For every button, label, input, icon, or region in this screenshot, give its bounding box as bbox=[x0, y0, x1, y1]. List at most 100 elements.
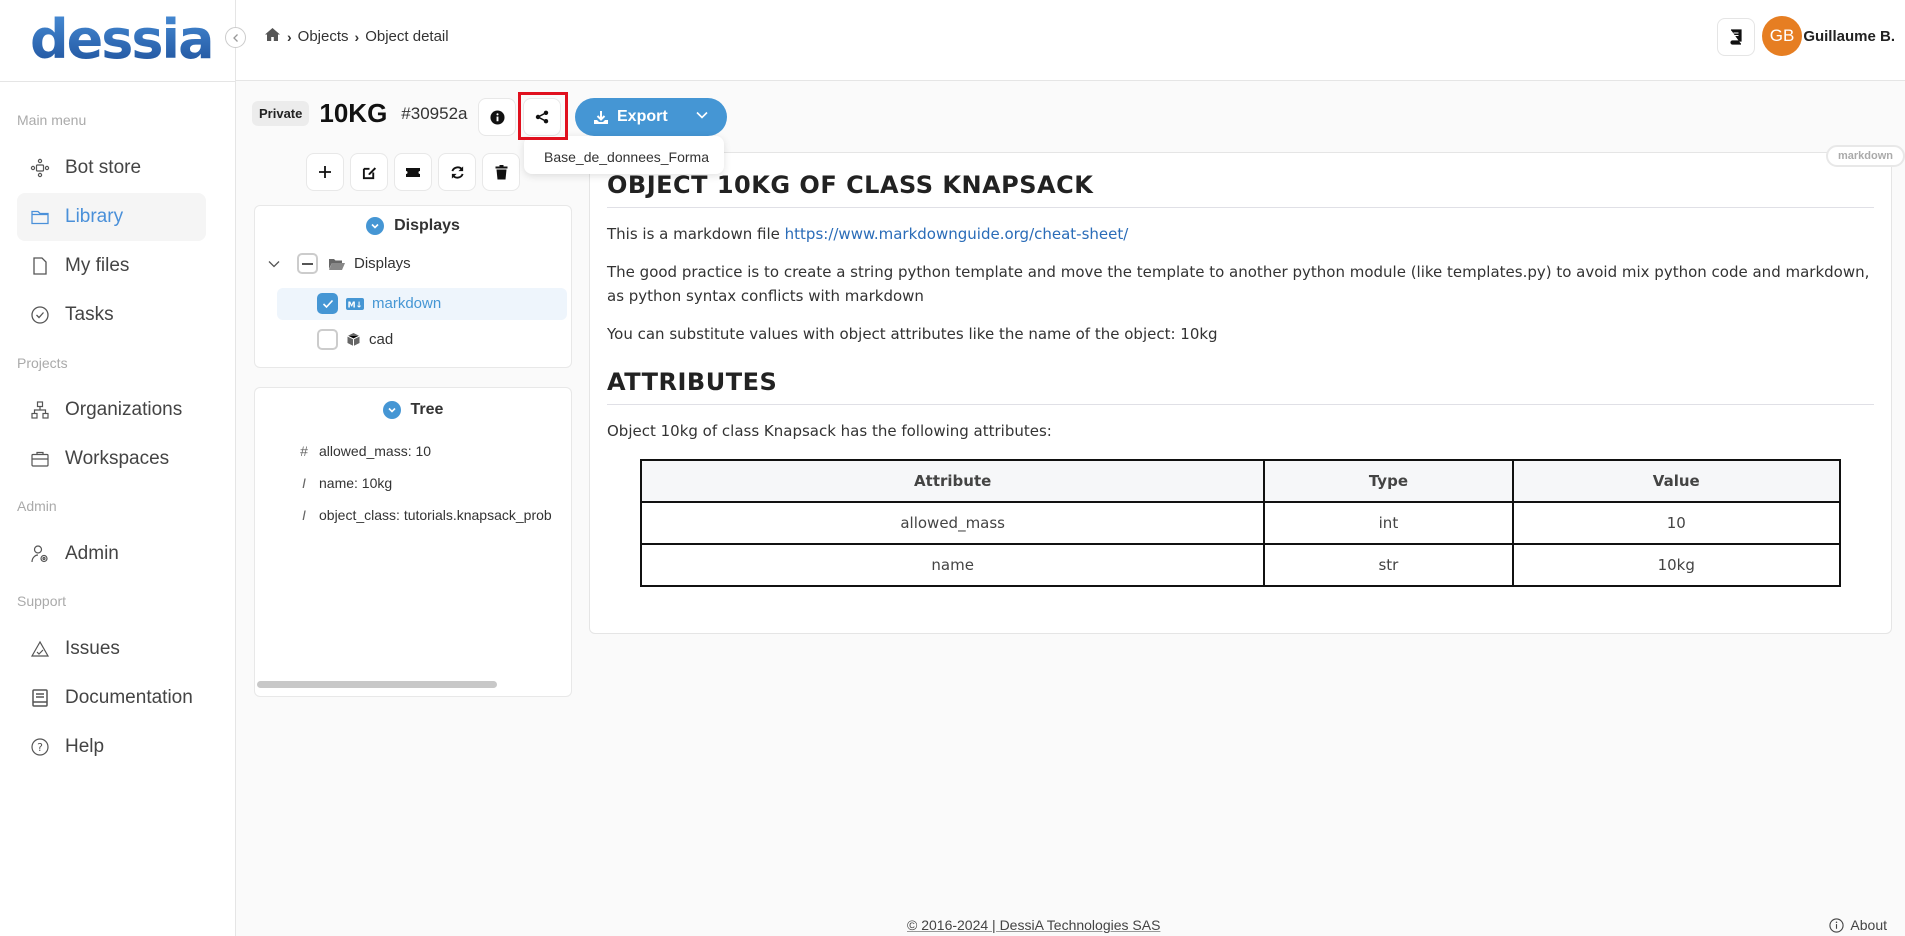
sidebar-item-label: Admin bbox=[65, 543, 119, 564]
divider bbox=[0, 81, 236, 82]
displays-panel: Displays Displays M↓ markdown cad bbox=[254, 205, 572, 368]
section-support: Support bbox=[17, 593, 67, 609]
table-cell: 10kg bbox=[1511, 543, 1841, 587]
tree-panel-header[interactable]: Tree bbox=[255, 390, 571, 430]
displays-folder-label: Displays bbox=[354, 255, 411, 272]
displays-panel-header[interactable]: Displays bbox=[255, 206, 571, 246]
chevron-right-icon: › bbox=[354, 28, 360, 45]
tree-item[interactable]: I object_class: tutorials.knapsack_prob bbox=[297, 507, 552, 523]
sidebar-item-help[interactable]: ? Help bbox=[17, 723, 206, 771]
collapse-circle-icon bbox=[366, 217, 385, 235]
displays-folder-row[interactable]: Displays bbox=[267, 253, 411, 274]
table-cell: str bbox=[1263, 543, 1514, 587]
breadcrumb-object-detail: Object detail bbox=[365, 28, 449, 45]
export-button[interactable]: Export bbox=[575, 98, 727, 136]
cad-checkbox[interactable] bbox=[317, 329, 338, 350]
edit-icon bbox=[362, 166, 376, 179]
folder-icon bbox=[29, 206, 51, 228]
warning-triangle-icon bbox=[29, 638, 51, 660]
info-button[interactable] bbox=[478, 98, 516, 136]
edit-button[interactable] bbox=[350, 153, 388, 191]
folder-open-icon bbox=[329, 258, 345, 270]
section-admin: Admin bbox=[17, 498, 57, 514]
display-item-cad[interactable]: cad bbox=[317, 329, 393, 350]
displays-folder-checkbox[interactable] bbox=[297, 253, 318, 274]
markdown-guide-link[interactable]: https://www.markdownguide.org/cheat-shee… bbox=[785, 225, 1129, 243]
markdown-heading-2: ATTRIBUTES bbox=[607, 368, 1874, 405]
visibility-badge: Private bbox=[252, 101, 310, 126]
attributes-table: Attribute Type Value allowed_mass int 10… bbox=[639, 459, 1841, 587]
svg-text:?: ? bbox=[37, 741, 43, 754]
markdown-paragraph: The good practice is to create a string … bbox=[607, 263, 1870, 305]
sidebar-item-my-files[interactable]: My files bbox=[17, 242, 206, 290]
string-type-icon: I bbox=[302, 507, 306, 523]
horizontal-scrollbar[interactable] bbox=[257, 681, 497, 688]
markdown-paragraph: This is a markdown file https://www.mark… bbox=[607, 222, 1874, 246]
briefcase-icon bbox=[29, 448, 51, 470]
user-avatar[interactable]: GB bbox=[1762, 16, 1802, 56]
sidebar-item-library[interactable]: Library bbox=[17, 193, 206, 241]
trash-icon bbox=[495, 164, 507, 179]
markdown-checkbox[interactable] bbox=[317, 293, 338, 314]
section-main-menu: Main menu bbox=[17, 112, 87, 128]
chevron-down-icon[interactable] bbox=[695, 108, 709, 122]
home-icon[interactable] bbox=[264, 27, 281, 46]
markdown-icon: M↓ bbox=[346, 297, 364, 310]
sidebar-item-issues[interactable]: Issues bbox=[17, 625, 206, 673]
tree-item[interactable]: # allowed_mass: 10 bbox=[297, 443, 431, 459]
column-header: Attribute bbox=[639, 459, 1266, 503]
markdown-body: OBJECT 10KG OF CLASS KNAPSACK This is a … bbox=[607, 171, 1874, 587]
sidebar-item-label: Workspaces bbox=[65, 448, 170, 469]
tree-panel-title: Tree bbox=[410, 401, 444, 418]
sidebar-item-admin[interactable]: Admin bbox=[17, 530, 206, 578]
display-type-tag: markdown bbox=[1826, 145, 1905, 167]
sidebar-item-label: Issues bbox=[65, 638, 120, 659]
chevron-down-icon[interactable] bbox=[267, 257, 281, 271]
share-dropdown-item[interactable]: Base_de_donnees_Forma bbox=[544, 149, 709, 165]
collapse-sidebar-button[interactable] bbox=[225, 27, 246, 48]
tree-item-label: allowed_mass: 10 bbox=[319, 443, 432, 459]
ticket-button[interactable] bbox=[394, 153, 432, 191]
org-chart-icon bbox=[29, 399, 51, 421]
download-icon bbox=[594, 110, 608, 124]
refresh-button[interactable] bbox=[438, 153, 476, 191]
sidebar-item-workspaces[interactable]: Workspaces bbox=[17, 435, 206, 483]
dessia-logo[interactable]: dessia bbox=[30, 8, 215, 71]
table-cell: name bbox=[639, 543, 1266, 587]
sidebar-item-tasks[interactable]: Tasks bbox=[17, 291, 206, 339]
user-name[interactable]: Guillaume B. bbox=[1803, 28, 1895, 45]
sidebar-item-organizations[interactable]: Organizations bbox=[17, 386, 206, 434]
string-type-icon: I bbox=[302, 475, 306, 491]
tree-item[interactable]: I name: 10kg bbox=[297, 475, 392, 491]
check-circle-icon bbox=[29, 304, 51, 326]
about-link[interactable]: About bbox=[1829, 917, 1887, 933]
object-toolbar bbox=[306, 153, 520, 191]
bot-store-icon bbox=[29, 157, 51, 179]
object-id: #30952a bbox=[401, 103, 468, 123]
sidebar-item-bot-store[interactable]: Bot store bbox=[17, 144, 206, 192]
cad-label: cad bbox=[369, 331, 394, 348]
top-header: › Objects › Object detail GB Guillaume B… bbox=[236, 0, 1905, 81]
plus-icon bbox=[319, 166, 331, 178]
share-button[interactable] bbox=[523, 98, 561, 136]
display-item-markdown[interactable]: M↓ markdown bbox=[317, 293, 441, 314]
export-label: Export bbox=[617, 108, 668, 125]
tree-item-label: name: 10kg bbox=[319, 475, 393, 491]
chevron-right-icon: › bbox=[287, 28, 292, 45]
book-icon bbox=[1730, 29, 1742, 45]
sidebar-item-documentation[interactable]: Documentation bbox=[17, 674, 206, 722]
documentation-button[interactable] bbox=[1717, 18, 1755, 56]
delete-button[interactable] bbox=[482, 153, 520, 191]
footer-copyright[interactable]: © 2016-2024 | DessiA Technologies SAS bbox=[907, 917, 1160, 933]
cube-icon bbox=[347, 333, 360, 346]
breadcrumb-objects[interactable]: Objects bbox=[298, 28, 349, 45]
section-projects: Projects bbox=[17, 355, 68, 371]
info-icon bbox=[489, 109, 505, 125]
add-button[interactable] bbox=[306, 153, 344, 191]
table-row: allowed_mass int 10 bbox=[639, 501, 1841, 545]
share-dropdown-menu: Base_de_donnees_Forma bbox=[524, 136, 724, 174]
object-title: 10KG bbox=[319, 98, 388, 128]
help-circle-icon: ? bbox=[29, 736, 51, 758]
user-gear-icon bbox=[29, 543, 51, 565]
column-header: Value bbox=[1511, 459, 1841, 503]
